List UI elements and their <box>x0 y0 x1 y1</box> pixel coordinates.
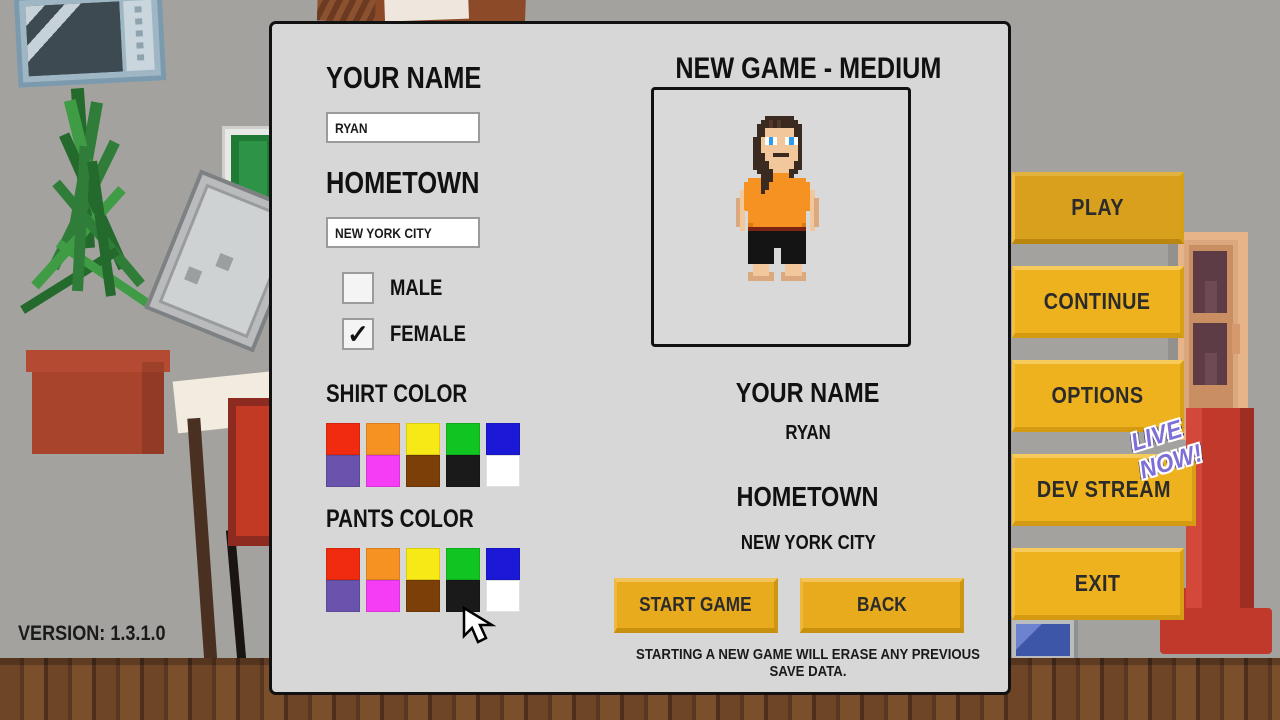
menu-item-play[interactable]: PLAY <box>1012 172 1184 244</box>
dialog-actions: START GAME BACK <box>614 578 1004 633</box>
back-button-label: BACK <box>856 593 907 616</box>
pants-color-swatches <box>326 544 626 612</box>
start-game-button[interactable]: START GAME <box>614 578 778 633</box>
save-warning-text: STARTING A NEW GAME WILL ERASE ANY PREVI… <box>636 646 980 680</box>
character-sprite <box>654 90 908 344</box>
menu-item-options-label: OPTIONS <box>1051 382 1144 408</box>
character-preview-panel: NEW GAME - MEDIUM YOUR NAME RYAN HOMETOW… <box>602 24 1014 698</box>
menu-item-exit-label: EXIT <box>1074 570 1121 596</box>
menu-item-dev-stream[interactable]: DEV STREAM <box>1012 454 1196 526</box>
menu-item-dev-stream-label: DEV STREAM <box>1036 476 1171 502</box>
name-input[interactable]: RYAN <box>326 112 480 143</box>
main-menu: PLAY CONTINUE OPTIONS DEV STREAM EXIT <box>1012 172 1280 642</box>
plant-pot <box>26 350 170 454</box>
menu-item-play-label: PLAY <box>1071 194 1124 220</box>
wall-picture-frame <box>13 0 167 88</box>
your-name-label: YOUR NAME <box>326 60 482 95</box>
shirt-color-swatch-2[interactable] <box>406 423 440 455</box>
dialog-title: NEW GAME - MEDIUM <box>675 52 941 85</box>
character-form: YOUR NAME RYAN HOMETOWN NEW YORK CITY MA… <box>326 60 626 612</box>
menu-item-exit[interactable]: EXIT <box>1012 548 1184 620</box>
shirt-color-label: SHIRT COLOR <box>326 380 468 408</box>
hometown-input-value: NEW YORK CITY <box>335 224 432 241</box>
pants-color-swatch-9[interactable] <box>486 580 520 612</box>
pants-color-swatch-5[interactable] <box>326 580 360 612</box>
character-preview-box <box>651 87 911 347</box>
picture-side-strip <box>123 0 155 72</box>
name-input-value: RYAN <box>335 119 368 136</box>
pants-color-swatch-4[interactable] <box>486 548 520 580</box>
hometown-label: HOMETOWN <box>326 165 480 200</box>
hometown-input[interactable]: NEW YORK CITY <box>326 217 480 248</box>
shirt-color-swatches <box>326 419 626 487</box>
female-checkbox[interactable]: ✓ <box>342 318 374 350</box>
preview-hometown-value: NEW YORK CITY <box>740 532 876 554</box>
male-label: MALE <box>390 275 443 300</box>
game-screen: VERSION: 1.3.1.0 PLAY CONTINUE OPTIONS D… <box>0 0 1280 720</box>
shirt-color-swatch-4[interactable] <box>486 423 520 455</box>
shirt-color-swatch-3[interactable] <box>446 423 480 455</box>
version-label: VERSION: 1.3.1.0 <box>18 622 166 645</box>
start-game-button-label: START GAME <box>639 593 752 616</box>
shirt-color-swatch-7[interactable] <box>406 455 440 487</box>
shirt-color-swatch-9[interactable] <box>486 455 520 487</box>
pants-color-swatch-0[interactable] <box>326 548 360 580</box>
male-checkbox[interactable] <box>342 272 374 304</box>
menu-item-options[interactable]: OPTIONS <box>1012 360 1184 432</box>
female-check-mark: ✓ <box>347 319 369 349</box>
picture-art <box>25 1 123 77</box>
shirt-color-swatch-0[interactable] <box>326 423 360 455</box>
menu-item-continue[interactable]: CONTINUE <box>1012 266 1184 338</box>
gender-option-male[interactable]: MALE <box>342 272 626 304</box>
shirt-color-swatch-6[interactable] <box>366 455 400 487</box>
preview-hometown-label: HOMETOWN <box>737 481 879 512</box>
gender-option-female[interactable]: ✓ FEMALE <box>342 318 626 350</box>
shirt-color-swatch-1[interactable] <box>366 423 400 455</box>
preview-name-label: YOUR NAME <box>736 377 880 408</box>
pants-color-swatch-6[interactable] <box>366 580 400 612</box>
pants-color-swatch-3[interactable] <box>446 548 480 580</box>
pants-color-swatch-7[interactable] <box>406 580 440 612</box>
potted-plant <box>10 86 180 454</box>
pants-color-swatch-2[interactable] <box>406 548 440 580</box>
shirt-color-swatch-8[interactable] <box>446 455 480 487</box>
menu-item-continue-label: CONTINUE <box>1044 288 1151 314</box>
pants-color-swatch-8[interactable] <box>446 580 480 612</box>
back-button[interactable]: BACK <box>800 578 964 633</box>
pants-color-swatch-1[interactable] <box>366 548 400 580</box>
female-label: FEMALE <box>390 321 466 346</box>
pants-color-label: PANTS COLOR <box>326 505 474 533</box>
new-game-dialog: YOUR NAME RYAN HOMETOWN NEW YORK CITY MA… <box>269 21 1011 695</box>
preview-name-value: RYAN <box>785 422 831 444</box>
shirt-color-swatch-5[interactable] <box>326 455 360 487</box>
